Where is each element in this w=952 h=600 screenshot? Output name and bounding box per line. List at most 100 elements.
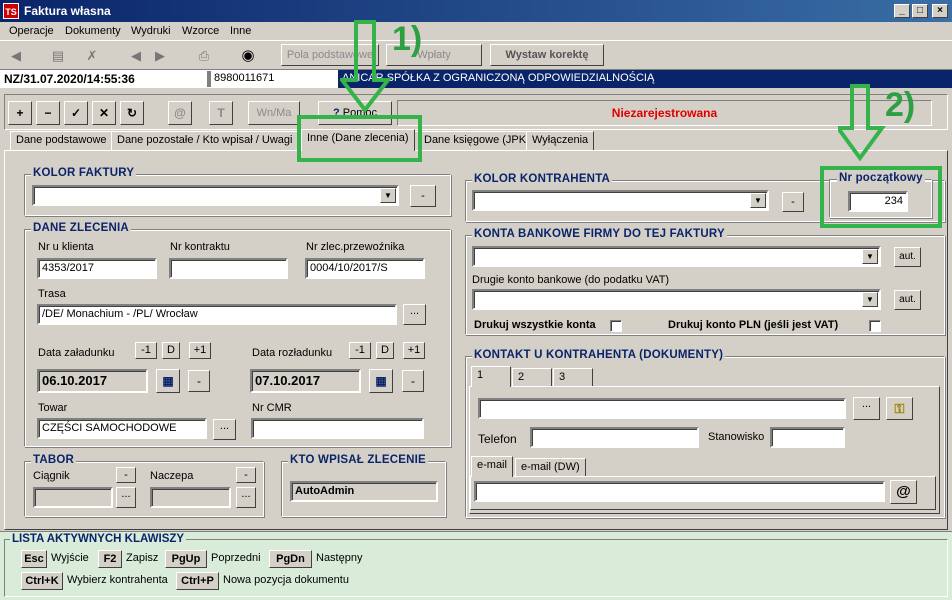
email-dw-tab[interactable]: e-mail (DW): [515, 458, 586, 477]
drukuj-wszystkie-checkbox[interactable]: [610, 320, 622, 332]
key-pgdn[interactable]: PgDn: [269, 550, 312, 568]
tab-wylaczenia[interactable]: Wyłączenia: [526, 131, 595, 150]
tab-dane-podstawowe[interactable]: Dane podstawowe: [10, 131, 113, 150]
chevron-down-icon[interactable]: ▼: [380, 188, 396, 203]
nr-zlec-label: Nr zlec.przewoźnika: [306, 241, 405, 253]
trasa-input[interactable]: /DE/ Monachium - /PL/ Wrocław: [37, 304, 397, 325]
towar-input[interactable]: CZĘŚCI SAMOCHODOWE: [37, 418, 207, 439]
t-button[interactable]: T: [209, 101, 233, 125]
cancel-button[interactable]: ✕: [92, 101, 116, 125]
naczepa-clear-button[interactable]: -: [236, 467, 256, 483]
annotation-arrow-1-icon: [340, 20, 393, 114]
key-esc[interactable]: Esc: [21, 550, 47, 568]
settings-icon[interactable]: ◉: [238, 46, 258, 66]
contact-book-icon[interactable]: ⚿: [886, 397, 913, 420]
zal-plus-day-button[interactable]: +1: [189, 342, 211, 359]
chevron-down-icon[interactable]: ▼: [862, 249, 878, 264]
trasa-browse-button[interactable]: ...: [403, 304, 426, 325]
status-splitter[interactable]: [207, 71, 211, 87]
nr-cmr-input[interactable]: [251, 418, 424, 439]
key-f2-desc: Zapisz: [126, 552, 159, 564]
confirm-button[interactable]: ✓: [64, 101, 88, 125]
dane-zlecenia-label: DANE ZLECENIA: [31, 222, 131, 234]
kolor-faktury-select[interactable]: ▼: [32, 185, 399, 206]
remove-button[interactable]: −: [36, 101, 60, 125]
key-ctrl-k[interactable]: Ctrl+K: [21, 572, 63, 590]
menu-operacje[interactable]: Operacje: [9, 25, 54, 37]
konto-aut-button[interactable]: aut.: [894, 247, 921, 267]
ciagnik-input[interactable]: [33, 487, 113, 508]
tab-inne-dane-zlecenia[interactable]: Inne (Dane zlecenia): [301, 129, 415, 151]
nr-zlec-input[interactable]: 0004/10/2017/S: [305, 258, 425, 279]
add-button[interactable]: +: [8, 101, 32, 125]
data-rozladunku-input[interactable]: 07.10.2017: [250, 369, 361, 393]
kontakt-browse-button[interactable]: ...: [853, 397, 880, 420]
minimize-button[interactable]: _: [894, 4, 910, 18]
naczepa-browse-button[interactable]: ...: [236, 487, 256, 508]
tab-dane-pozostale[interactable]: Dane pozostałe / Kto wpisał / Uwagi: [111, 131, 299, 150]
konto-bankowe-select[interactable]: ▼: [472, 246, 881, 267]
document-icon[interactable]: ▤: [48, 46, 68, 66]
active-keys-frame: [4, 539, 948, 597]
email-tab[interactable]: e-mail: [471, 456, 513, 477]
kontakt-tab-2[interactable]: 2: [512, 368, 552, 387]
toolbar: ◀ ▤ ✗ ◀ ▶ ⎙ ◉ Pola podstawowe Wpłaty Wys…: [0, 40, 952, 70]
drugie-konto-select[interactable]: ▼: [472, 289, 881, 310]
zal-calendar-icon[interactable]: ▦: [156, 369, 180, 393]
close-button[interactable]: ×: [932, 4, 948, 18]
drukuj-pln-checkbox[interactable]: [869, 320, 881, 332]
window-title: Faktura własna: [24, 4, 111, 18]
zal-minus-day-button[interactable]: -1: [135, 342, 157, 359]
zal-clear-button[interactable]: -: [188, 370, 210, 392]
zal-today-button[interactable]: D: [162, 342, 180, 359]
email-at-button[interactable]: @: [168, 101, 192, 125]
kolor-kontrahenta-clear-button[interactable]: -: [782, 192, 804, 212]
wnma-button[interactable]: Wn/Ma: [248, 101, 300, 125]
ciagnik-browse-button[interactable]: ...: [116, 487, 136, 508]
roz-plus-day-button[interactable]: +1: [403, 342, 425, 359]
chevron-down-icon[interactable]: ▼: [750, 193, 766, 208]
nr-klienta-input[interactable]: 4353/2017: [37, 258, 157, 279]
next-icon[interactable]: ▶: [150, 46, 170, 66]
ciagnik-label: Ciągnik: [33, 470, 70, 482]
roz-clear-button[interactable]: -: [402, 370, 424, 392]
drukuj-pln-label: Drukuj konto PLN (jeśli jest VAT): [668, 319, 839, 331]
kolor-faktury-clear-button[interactable]: -: [410, 185, 436, 207]
kontakt-tab-1[interactable]: 1: [471, 366, 511, 387]
delete-doc-icon[interactable]: ✗: [82, 46, 102, 66]
nr-kontraktu-input[interactable]: [169, 258, 288, 279]
kolor-kontrahenta-select[interactable]: ▼: [472, 190, 769, 211]
wystaw-korekte-button[interactable]: Wystaw korektę: [490, 44, 604, 66]
prev-icon[interactable]: ◀: [126, 46, 146, 66]
telefon-input[interactable]: [530, 427, 699, 448]
maximize-button[interactable]: □: [912, 4, 928, 18]
back-arrow-icon[interactable]: ◀: [6, 46, 26, 66]
key-ctrl-p[interactable]: Ctrl+P: [176, 572, 219, 590]
ciagnik-clear-button[interactable]: -: [116, 467, 136, 483]
key-esc-desc: Wyjście: [51, 552, 89, 564]
roz-today-button[interactable]: D: [376, 342, 394, 359]
annotation-arrow-2-icon: [838, 84, 886, 162]
menu-inne[interactable]: Inne: [230, 25, 251, 37]
key-f2[interactable]: F2: [98, 550, 122, 568]
refresh-button[interactable]: ↻: [120, 101, 144, 125]
chevron-down-icon[interactable]: ▼: [862, 292, 878, 307]
roz-minus-day-button[interactable]: -1: [349, 342, 371, 359]
data-zaladunku-input[interactable]: 06.10.2017: [37, 369, 148, 393]
email-input[interactable]: [474, 481, 885, 502]
send-email-at-button[interactable]: @: [890, 480, 917, 504]
printer-icon[interactable]: ⎙: [194, 46, 214, 66]
menu-wzorce[interactable]: Wzorce: [182, 25, 219, 37]
naczepa-input[interactable]: [150, 487, 231, 508]
kontakt-name-input[interactable]: [478, 398, 846, 419]
app-logo-icon: TS: [3, 3, 19, 19]
menu-wydruki[interactable]: Wydruki: [131, 25, 171, 37]
tab-dane-ksiegowe[interactable]: Dane księgowe (JPK): [411, 131, 536, 150]
kontakt-tab-3[interactable]: 3: [553, 368, 593, 387]
drugie-konto-aut-button[interactable]: aut.: [894, 290, 921, 310]
towar-browse-button[interactable]: ...: [213, 419, 236, 440]
stanowisko-input[interactable]: [770, 427, 845, 448]
roz-calendar-icon[interactable]: ▦: [369, 369, 393, 393]
menu-dokumenty[interactable]: Dokumenty: [65, 25, 121, 37]
key-pgup[interactable]: PgUp: [165, 550, 207, 568]
